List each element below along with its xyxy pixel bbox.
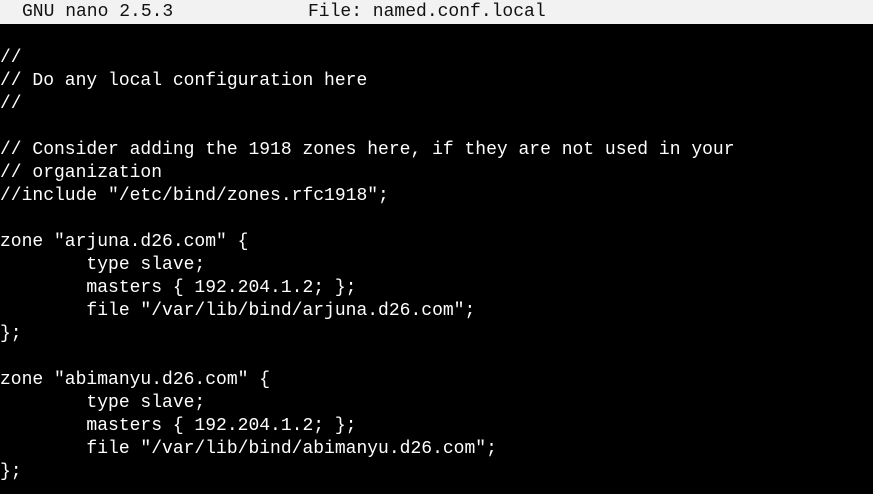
editor-line[interactable]: // Consider adding the 1918 zones here, …: [0, 139, 873, 162]
editor-line[interactable]: zone "arjuna.d26.com" {: [0, 231, 873, 254]
editor-line[interactable]: zone "abimanyu.d26.com" {: [0, 369, 873, 392]
editor-line[interactable]: masters { 192.204.1.2; };: [0, 415, 873, 438]
file-name: File: named.conf.local: [308, 2, 546, 22]
editor-line[interactable]: masters { 192.204.1.2; };: [0, 277, 873, 300]
nano-title-bar: GNU nano 2.5.3 File: named.conf.local: [0, 0, 873, 24]
editor-line[interactable]: file "/var/lib/bind/arjuna.d26.com";: [0, 300, 873, 323]
editor-line[interactable]: [0, 116, 873, 139]
editor-line[interactable]: type slave;: [0, 392, 873, 415]
editor-line[interactable]: //: [0, 93, 873, 116]
editor-line[interactable]: // organization: [0, 162, 873, 185]
editor-text-area[interactable]: // // Do any local configuration here //…: [0, 47, 873, 484]
editor-line[interactable]: [0, 346, 873, 369]
editor-line[interactable]: };: [0, 323, 873, 346]
app-name: GNU nano 2.5.3: [22, 2, 174, 22]
editor-line[interactable]: // Do any local configuration here: [0, 70, 873, 93]
editor-line[interactable]: };: [0, 461, 873, 484]
editor-line[interactable]: //include "/etc/bind/zones.rfc1918";: [0, 185, 873, 208]
editor-line[interactable]: //: [0, 47, 873, 70]
editor-line[interactable]: file "/var/lib/bind/abimanyu.d26.com";: [0, 438, 873, 461]
editor-line[interactable]: type slave;: [0, 254, 873, 277]
editor-line[interactable]: [0, 208, 873, 231]
